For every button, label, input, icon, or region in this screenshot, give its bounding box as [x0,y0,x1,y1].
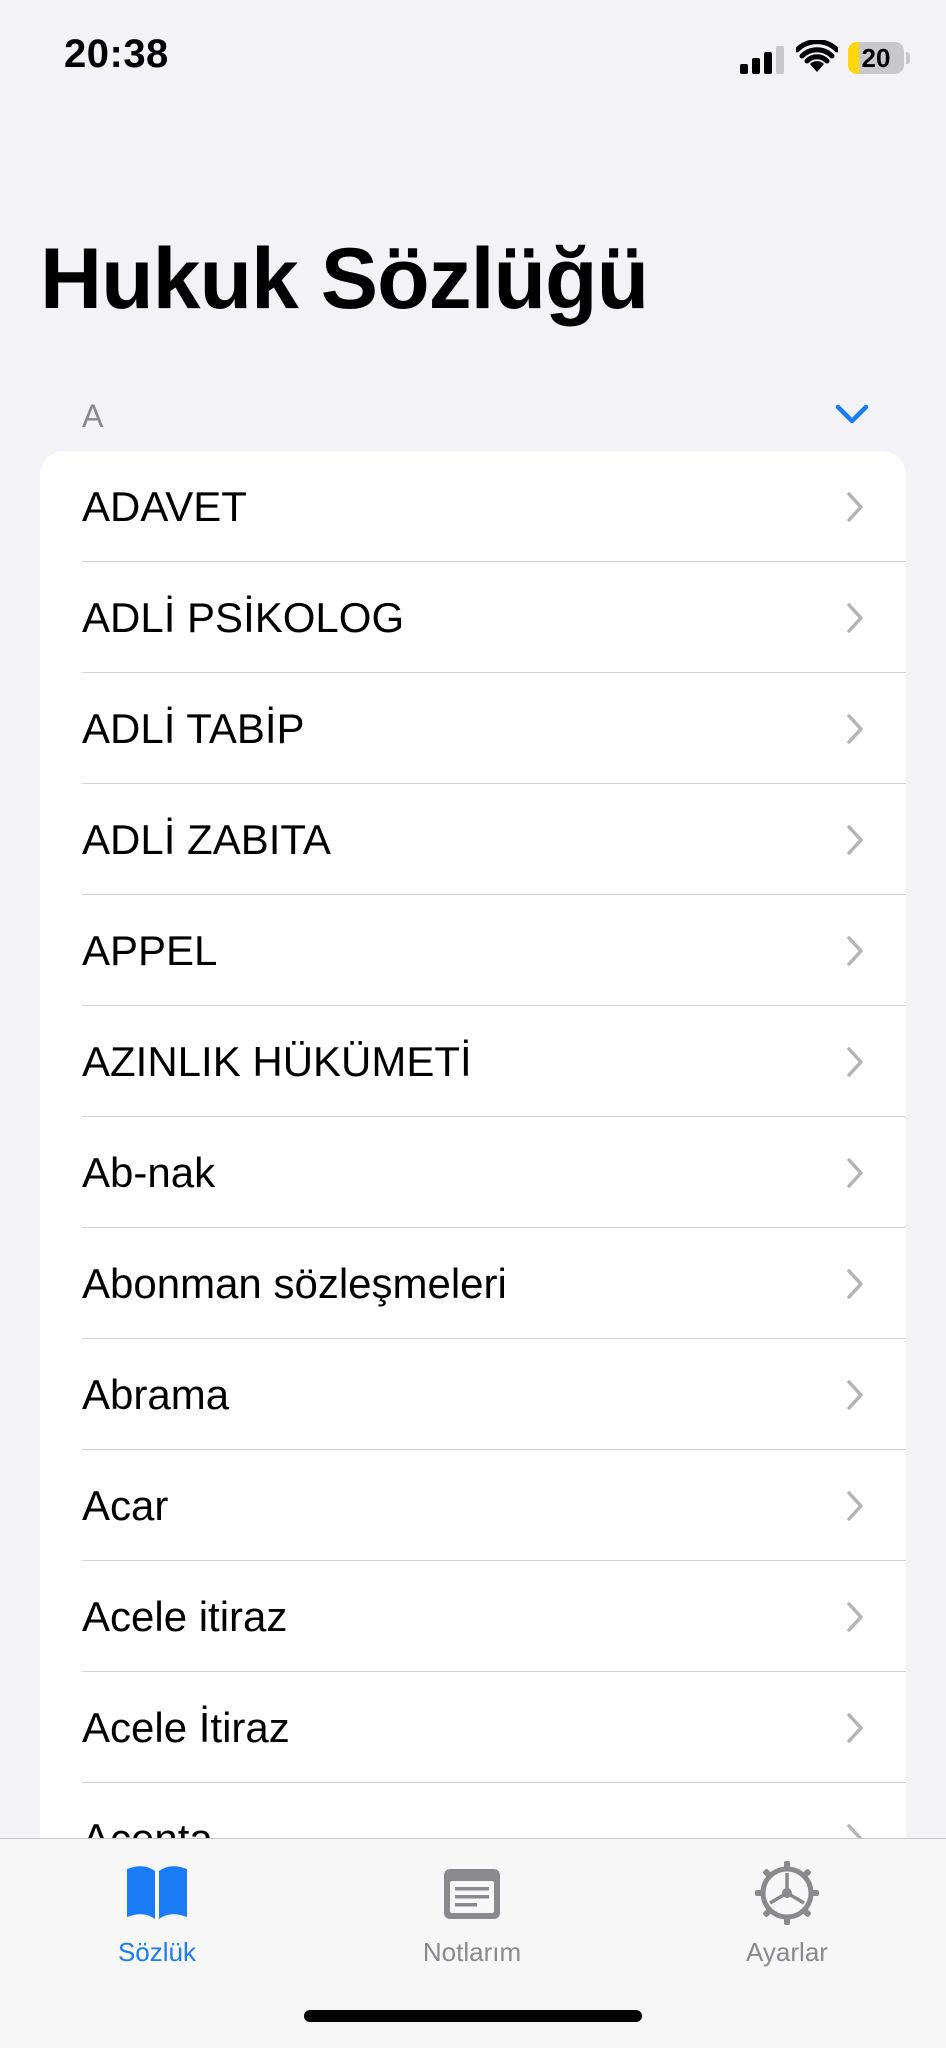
tab-ayarlar[interactable]: Ayarlar [667,1839,907,1979]
list-item-label: Acele İtiraz [82,1704,290,1751]
list-item[interactable]: Abonman sözleşmeleri [40,1228,906,1339]
list-item-label: ADLİ PSİKOLOG [82,594,405,641]
chevron-right-icon [847,1713,863,1743]
book-icon [127,1866,187,1919]
battery-icon: 20 [848,42,904,74]
list-item[interactable]: Abrama [40,1339,906,1450]
section-header-letter: A [82,398,104,434]
list-item[interactable]: APPEL [40,895,906,1006]
tab-label: Notlarım [422,1937,522,1967]
chevron-right-icon [847,492,863,522]
list-item-label: Abrama [82,1371,230,1418]
screen: 20:38 20 Hukuk Sözlüğü A ADAVET ADLİ PSİK… [0,0,946,2048]
list-item[interactable]: Acele İtiraz [40,1672,906,1783]
list-item-label: ADAVET [82,483,247,530]
list-item[interactable]: ADLİ TABİP [40,673,906,784]
home-indicator [304,2010,642,2022]
gear-icon [755,1861,819,1925]
chevron-right-icon [847,603,863,633]
chevron-right-icon [847,1380,863,1410]
page-title: Hukuk Sözlüğü [40,231,649,327]
list-item[interactable]: AZINLIK HÜKÜMETİ [40,1006,906,1117]
chevron-down-icon[interactable] [834,402,870,426]
battery-level: 20 [861,43,891,73]
list-item-label: APPEL [82,927,218,974]
notes-icon [444,1869,500,1919]
chevron-right-icon [847,936,863,966]
list-item-label: Acele itiraz [82,1593,288,1640]
cellular-signal-icon [740,44,784,74]
tab-sozluk[interactable]: Sözlük [37,1839,277,1979]
list-item-label: AZINLIK HÜKÜMETİ [82,1038,472,1085]
status-time: 20:38 [64,32,169,76]
list-item-label: Abonman sözleşmeleri [82,1260,507,1307]
chevron-right-icon [847,1602,863,1632]
battery-tip [906,52,910,64]
list-item[interactable]: ADLİ ZABITA [40,784,906,895]
term-list: ADAVET ADLİ PSİKOLOG ADLİ TABİP ADLİ ZABITA… [40,451,906,1951]
list-item-label: Acar [82,1482,169,1529]
list-item[interactable]: Acele itiraz [40,1561,906,1672]
list-item[interactable]: ADAVET [40,451,906,562]
list-item-label: ADLİ ZABITA [82,816,331,863]
list-item-label: Ab-nak [82,1149,216,1196]
chevron-right-icon [847,825,863,855]
chevron-right-icon [847,1269,863,1299]
list-item[interactable]: Ab-nak [40,1117,906,1228]
list-item[interactable]: ADLİ PSİKOLOG [40,562,906,673]
tab-notlarim[interactable]: Notlarım [352,1839,592,1979]
tab-label: Ayarlar [746,1937,828,1967]
wifi-icon [796,40,838,72]
status-bar: 20:38 20 [0,0,946,110]
chevron-right-icon [847,1491,863,1521]
chevron-right-icon [847,714,863,744]
list-item-label: ADLİ TABİP [82,705,305,752]
tab-label: Sözlük [117,1937,197,1967]
chevron-right-icon [847,1158,863,1188]
chevron-right-icon [847,1047,863,1077]
list-item[interactable]: Acar [40,1450,906,1561]
